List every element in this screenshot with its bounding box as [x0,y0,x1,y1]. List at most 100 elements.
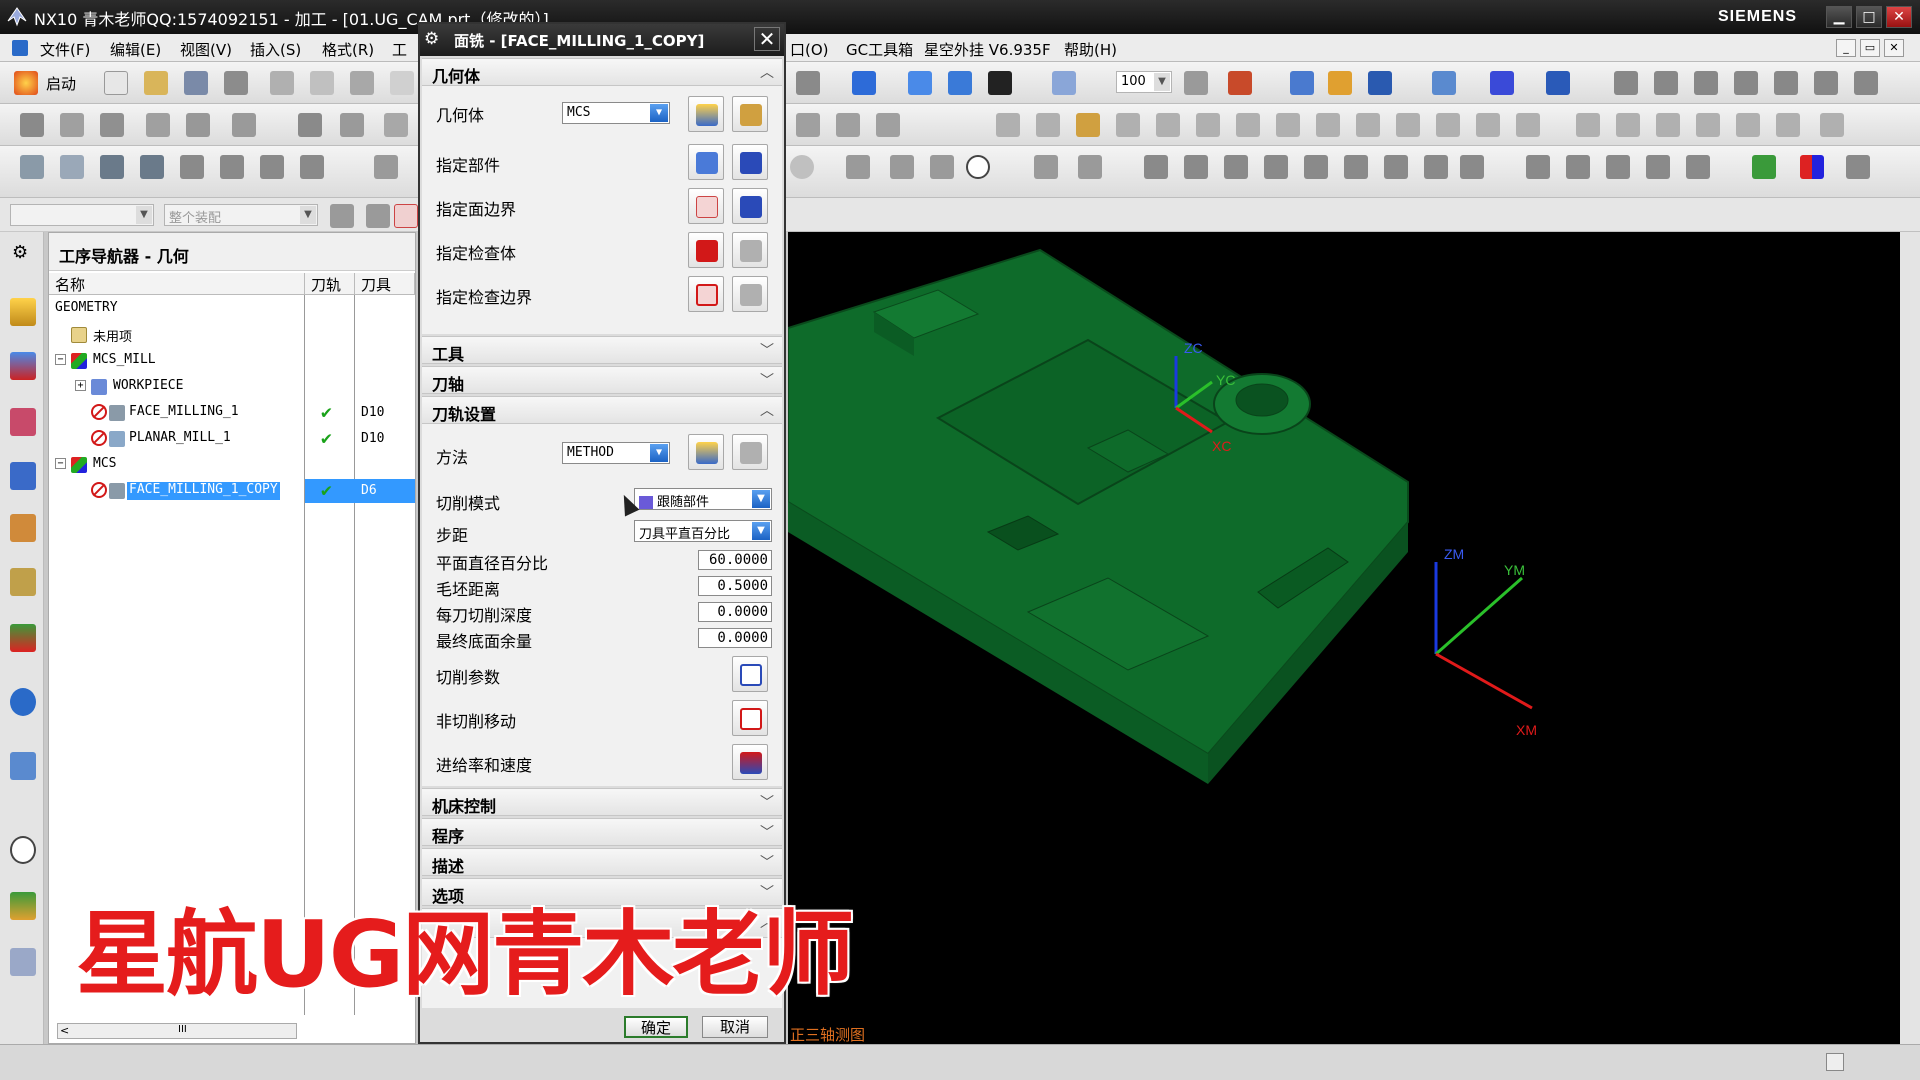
back-arrow-icon[interactable] [100,155,124,179]
hexagon-icon[interactable] [790,155,814,179]
doc-minimize-button[interactable]: _ [1836,39,1856,57]
final-floor-stock-input[interactable]: 0.0000 [698,628,772,648]
tree-row[interactable]: 未用项 [49,323,415,347]
feature-13-icon[interactable] [1646,155,1670,179]
collapse-icon[interactable]: − [55,458,66,469]
menu-help[interactable]: 帮助(H) [1064,39,1117,60]
move-icon[interactable] [836,113,860,137]
spline-icon[interactable] [1196,113,1220,137]
show-part-button[interactable] [732,144,768,180]
diamond-icon[interactable] [930,155,954,179]
solid-view-6-icon[interactable] [1814,71,1838,95]
feature-7-icon[interactable] [1384,155,1408,179]
arc-icon[interactable] [1036,113,1060,137]
start-icon[interactable] [14,71,38,95]
column-header-tool[interactable]: 刀具 [355,273,415,295]
show-check-boundary-button[interactable] [732,276,768,312]
menu-edit[interactable]: 编辑(E) [110,39,161,60]
cutting-params-button[interactable] [732,656,768,692]
solid-view-1-icon[interactable] [1614,71,1638,95]
section-icon[interactable] [1052,71,1076,95]
blank-icon[interactable] [220,155,244,179]
stepover-select[interactable]: 刀具平直百分比 ▼ [634,520,772,542]
geometry-select[interactable]: MCS ▼ [562,102,670,124]
verify-icon[interactable] [298,113,322,137]
nx-menu-icon[interactable] [12,40,28,56]
solid-view-2-icon[interactable] [1654,71,1678,95]
mirror-icon[interactable] [876,113,900,137]
specify-part-button[interactable] [688,144,724,180]
wcs-icon[interactable] [1290,71,1314,95]
assembly-scope-select[interactable]: 整个装配 ▼ [164,204,318,226]
measure-icon[interactable] [1432,71,1456,95]
offset-curve-icon[interactable] [1316,113,1340,137]
expand-icon[interactable]: + [75,380,86,391]
scroll-thumb-grip[interactable]: III [178,1024,187,1035]
smooth-curve-icon[interactable] [1776,113,1800,137]
ruler-icon[interactable] [1546,71,1570,95]
status-window-icon[interactable] [1826,1053,1844,1071]
create-program-icon[interactable] [20,113,44,137]
web-browser-icon[interactable] [10,752,36,780]
machining-feature-navigator-icon[interactable] [10,462,36,490]
solid-view-7-icon[interactable] [1854,71,1878,95]
maximize-button[interactable]: □ [1856,6,1882,28]
circle-icon[interactable] [966,155,990,179]
tree-row[interactable]: − MCS [49,453,415,477]
feature-3-icon[interactable] [1224,155,1248,179]
doc-restore-button[interactable]: ▭ [1860,39,1880,57]
dialog-title-bar[interactable]: ⚙ 面铣 - [FACE_MILLING_1_COPY] ✕ [420,24,784,56]
hd3d-tools-icon[interactable] [10,568,36,596]
shop-doc-icon[interactable] [384,113,408,137]
section-geometry[interactable]: 几何体 ︿ [422,58,782,86]
transform-icon[interactable] [796,113,820,137]
feature-12-icon[interactable] [1606,155,1630,179]
collapse-icon[interactable]: − [55,354,66,365]
scale-curve-icon[interactable] [1736,113,1760,137]
menu-view[interactable]: 视图(V) [180,39,232,60]
tree-row[interactable]: PLANAR_MILL_1 ✔ D10 [49,427,415,451]
machine-tool-navigator-icon[interactable] [10,408,36,436]
close-button[interactable]: ✕ [1886,6,1912,28]
snap-point-icon[interactable] [60,155,84,179]
feature-5-icon[interactable] [1304,155,1328,179]
feature-2-icon[interactable] [1184,155,1208,179]
create-method-button[interactable] [688,434,724,470]
curve-options-icon[interactable] [1820,113,1844,137]
print-icon[interactable] [224,71,248,95]
specify-check-boundary-button[interactable] [688,276,724,312]
specify-check-body-button[interactable] [688,232,724,268]
menu-gc-toolbox[interactable]: GC工具箱 [846,39,913,60]
section-description[interactable]: 描述 ﹀ [422,848,782,876]
blank-distance-input[interactable]: 0.5000 [698,576,772,596]
system-materials-icon[interactable] [10,948,36,976]
cut-icon[interactable] [270,71,294,95]
forward-arrow-icon[interactable] [140,155,164,179]
analysis-icon[interactable] [1328,71,1352,95]
cut-pattern-select[interactable]: 跟随部件 ▼ [634,488,772,510]
generate-icon[interactable] [232,113,256,137]
doc-close-button[interactable]: ✕ [1884,39,1904,57]
feature-6-icon[interactable] [1344,155,1368,179]
point-icon[interactable] [1076,113,1100,137]
tree-row[interactable]: + WORKPIECE [49,375,415,399]
column-header-toolpath[interactable]: 刀轨 [305,273,355,295]
hat-icon[interactable] [796,71,820,95]
show-check-body-button[interactable] [732,232,768,268]
tree-row[interactable]: − MCS_MILL [49,349,415,373]
select-all-icon[interactable] [394,204,418,228]
extend-curve-icon[interactable] [1476,113,1500,137]
selection-mode-icon[interactable] [366,204,390,228]
method-select[interactable]: METHOD ▼ [562,442,670,464]
show-face-boundary-button[interactable] [732,188,768,224]
rectangle-icon[interactable] [1116,113,1140,137]
reuse-library-icon[interactable] [10,514,36,542]
create-geometry-button[interactable] [688,96,724,132]
wireframe-cube-icon[interactable] [908,71,932,95]
solid-view-3-icon[interactable] [1694,71,1718,95]
non-cutting-moves-button[interactable] [732,700,768,736]
solid-view-4-icon[interactable] [1734,71,1758,95]
zoom-select[interactable]: 100 ▼ [1116,71,1172,93]
menu-xingkong-plugin[interactable]: 星空外挂 V6.935F [924,39,1051,60]
dimension-icon[interactable] [1034,155,1058,179]
